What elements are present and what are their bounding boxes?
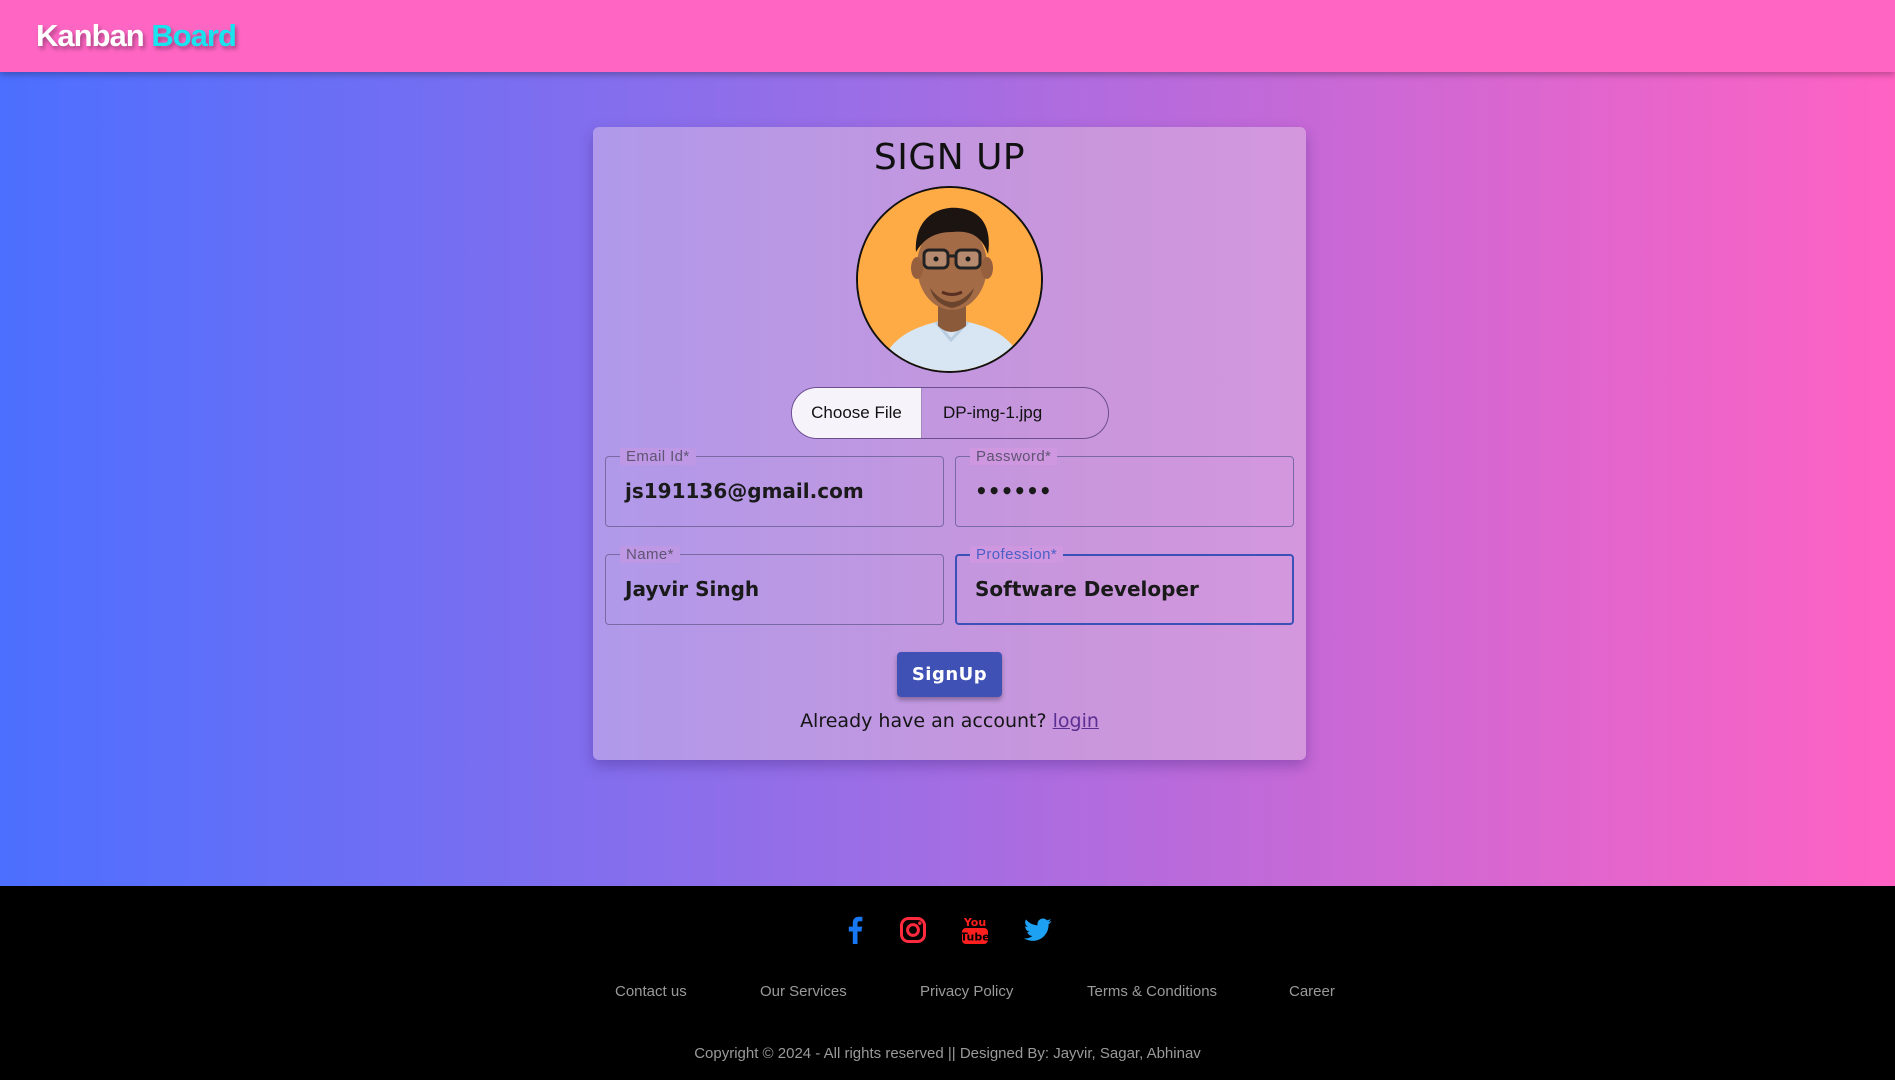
copyright-text: Copyright © 2024 - All rights reserved |… — [694, 1045, 1201, 1062]
password-field-label: Password* — [970, 448, 1058, 465]
page-title: SIGN UP — [873, 137, 1026, 178]
footer-link-services[interactable]: Our Services — [760, 983, 847, 1000]
profession-field-value: Software Developer — [975, 577, 1199, 601]
login-link[interactable]: login — [1053, 710, 1099, 732]
app-logo[interactable]: Kanban Board — [36, 18, 237, 54]
email-field-label: Email Id* — [620, 448, 696, 465]
profession-field-label: Profession* — [970, 546, 1064, 563]
footer-links: Contact us Our Services Privacy Policy T… — [0, 983, 1895, 1003]
email-field[interactable]: Email Id* js191136@gmail.com — [605, 448, 944, 527]
brand-word-kanban: Kanban — [36, 18, 145, 53]
page-footer: You Tube Contact us Our Services Privacy… — [0, 886, 1895, 1080]
top-navbar: Kanban Board — [0, 0, 1895, 72]
login-prompt: Already have an account? login — [593, 710, 1306, 732]
password-field[interactable]: Password* •••••• — [955, 448, 1294, 527]
svg-text:You: You — [963, 916, 986, 929]
choose-file-button[interactable]: Choose File — [792, 388, 922, 438]
instagram-icon[interactable] — [893, 910, 933, 950]
name-field-value: Jayvir Singh — [625, 577, 760, 601]
brand-word-board: Board — [151, 18, 237, 53]
svg-text:Tube: Tube — [961, 931, 989, 944]
password-field-value: •••••• — [975, 479, 1052, 503]
profession-field[interactable]: Profession* Software Developer — [955, 546, 1294, 625]
twitter-icon[interactable] — [1018, 910, 1058, 950]
footer-link-career[interactable]: Career — [1289, 983, 1335, 1000]
email-field-value: js191136@gmail.com — [625, 479, 864, 503]
name-field-label: Name* — [620, 546, 680, 563]
login-prompt-text: Already have an account? — [800, 710, 1047, 732]
social-links: You Tube — [0, 910, 1895, 950]
footer-link-terms[interactable]: Terms & Conditions — [1087, 983, 1217, 1000]
footer-link-privacy[interactable]: Privacy Policy — [920, 983, 1013, 1000]
profile-avatar — [856, 186, 1043, 373]
youtube-icon[interactable]: You Tube — [955, 910, 995, 950]
signup-button[interactable]: SignUp — [897, 652, 1002, 697]
signup-card: SIGN UP Choose File DP-img-1.jpg Email I… — [593, 127, 1306, 760]
footer-link-contact[interactable]: Contact us — [615, 983, 687, 1000]
facebook-icon[interactable] — [835, 910, 875, 950]
name-field[interactable]: Name* Jayvir Singh — [605, 546, 944, 625]
selected-file-name: DP-img-1.jpg — [943, 403, 1043, 422]
file-upload-control: Choose File DP-img-1.jpg — [791, 387, 1109, 439]
